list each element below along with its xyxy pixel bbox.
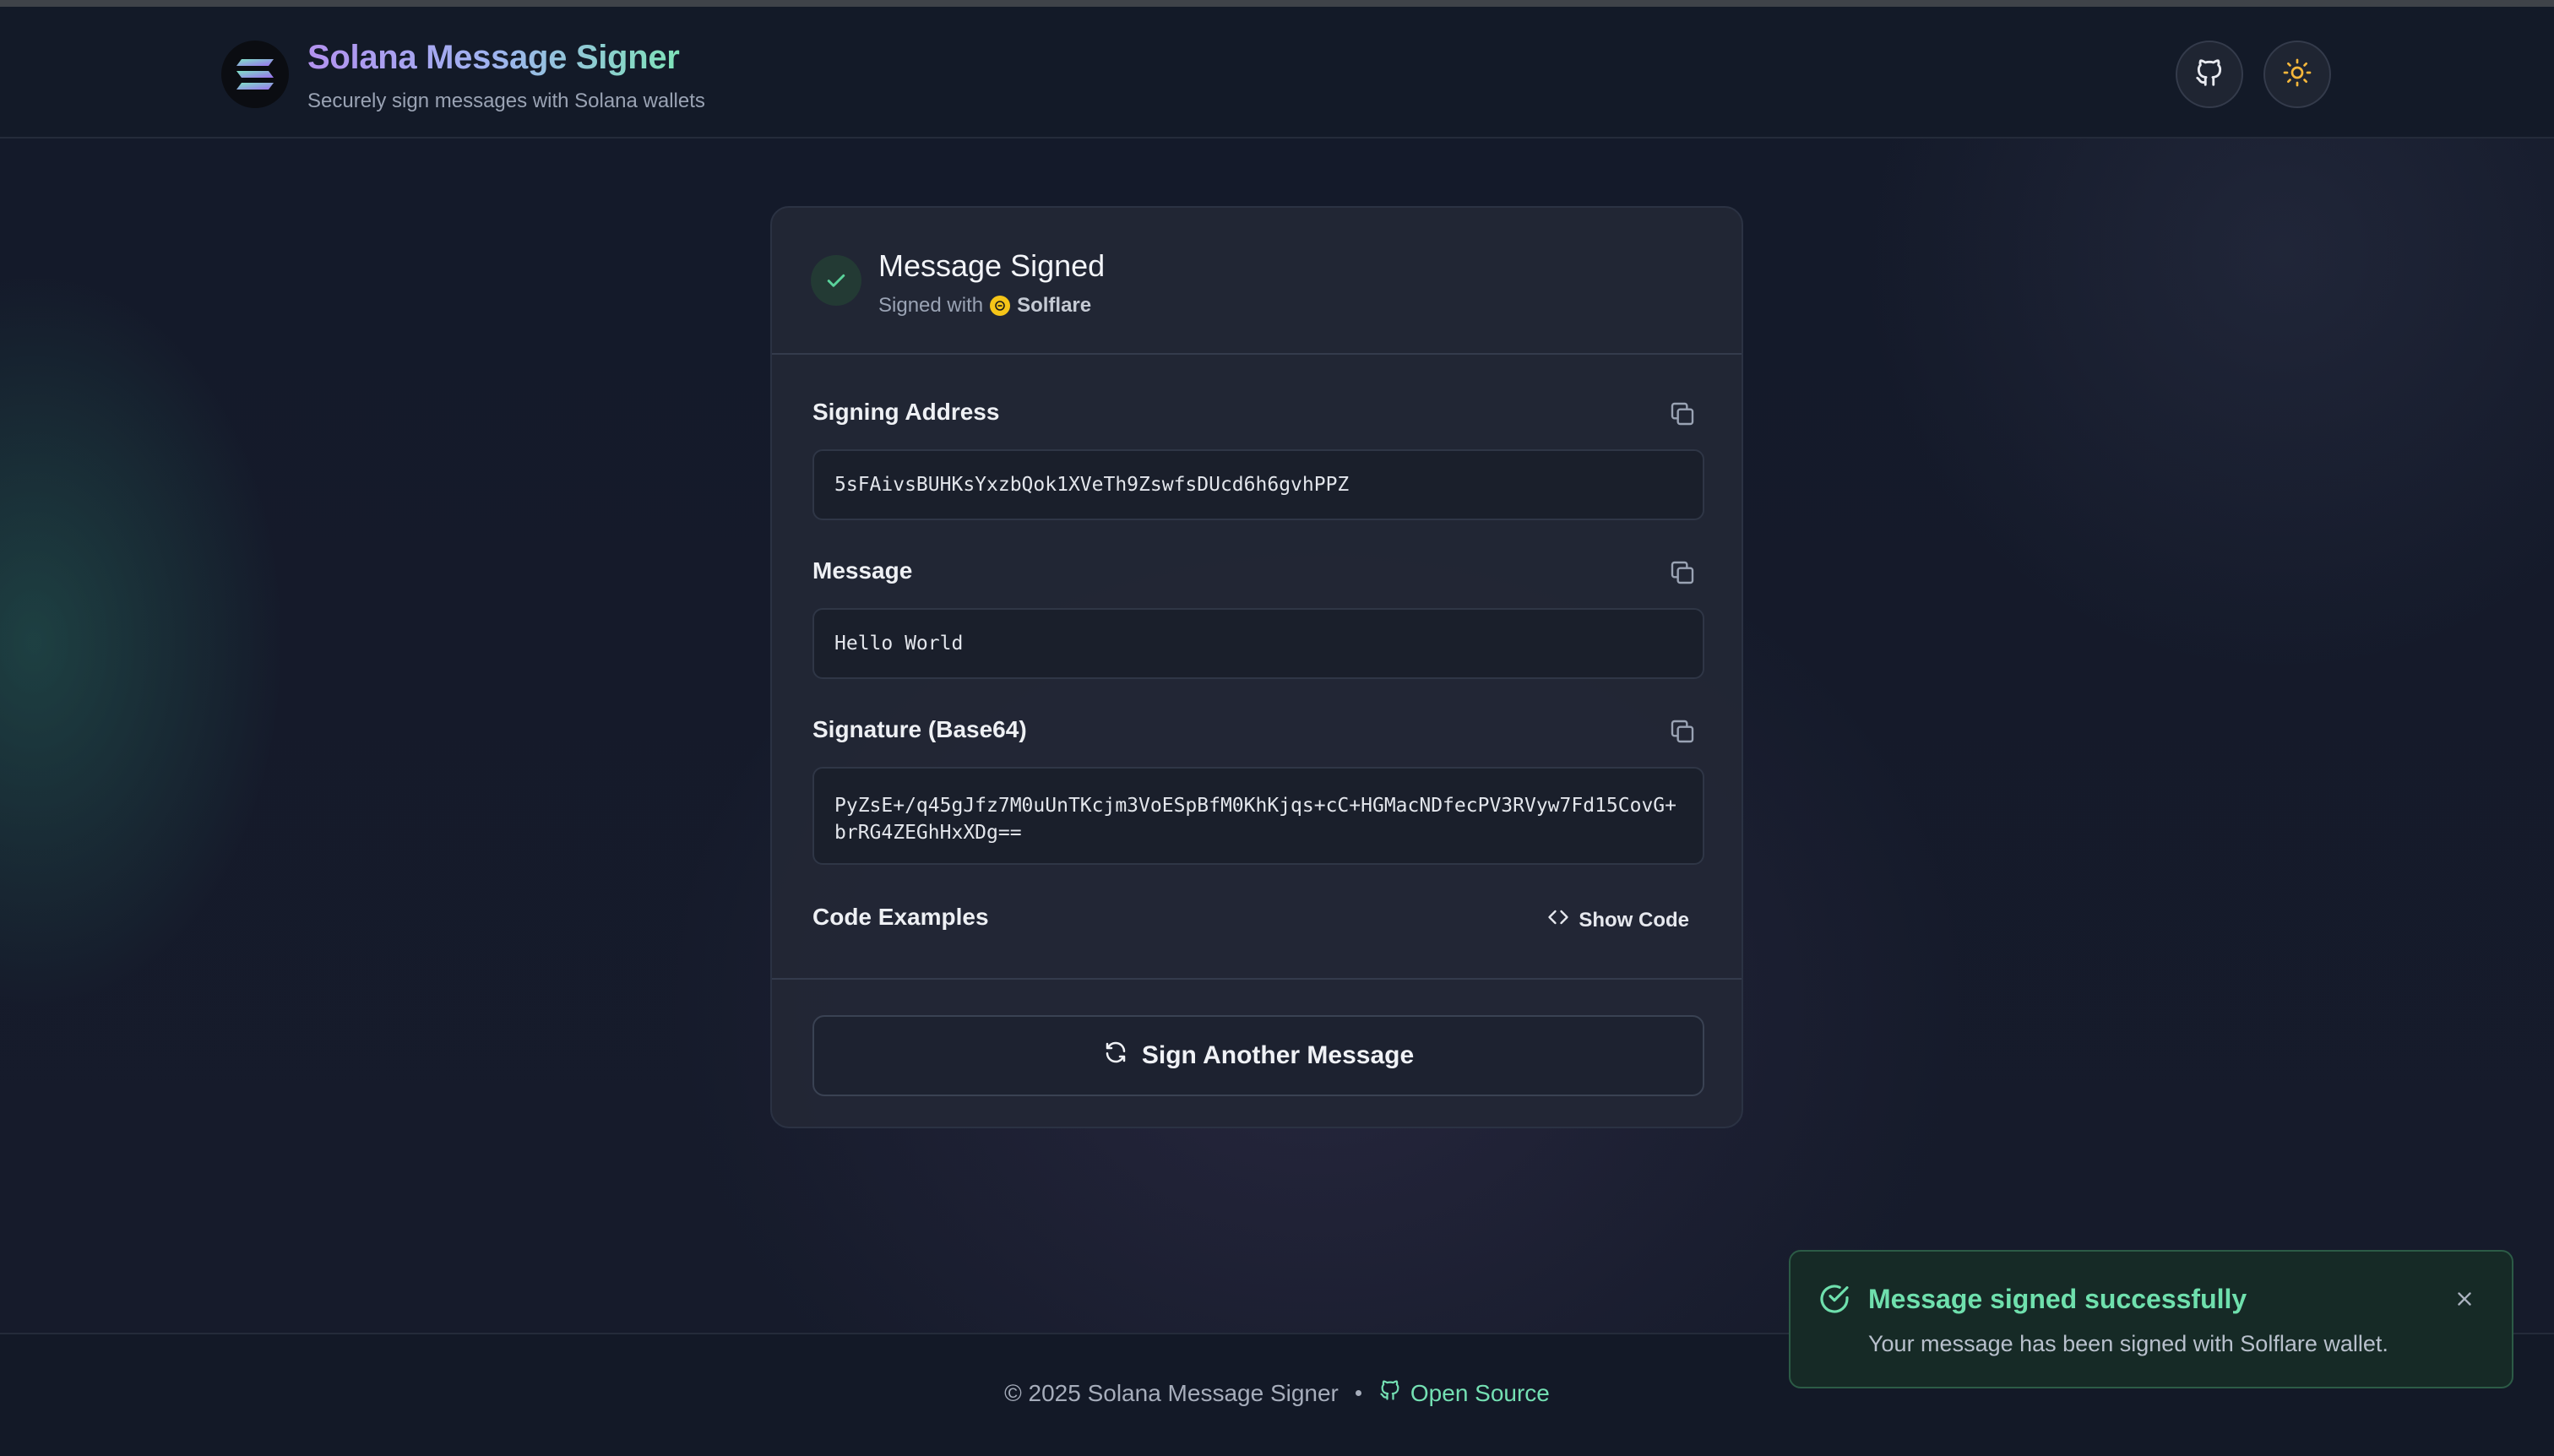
wallet-name: Solflare [1017, 294, 1092, 317]
close-toast-button[interactable] [2449, 1285, 2480, 1316]
copy-signature-button[interactable] [1666, 714, 1699, 748]
message-label: Message [812, 557, 913, 584]
open-source-link[interactable]: Open Source [1378, 1378, 1550, 1408]
check-circle-icon [1818, 1282, 1851, 1316]
success-toast: Message signed successfully Your message… [1789, 1250, 2513, 1388]
signature-label: Signature (Base64) [812, 716, 1027, 742]
show-code-label: Show Code [1579, 908, 1689, 932]
address-field[interactable]: 5sFAivsBUHKsYxzbQok1XVeTh9ZswfsDUcd6h6gv… [812, 449, 1704, 520]
code-brackets-icon [1546, 905, 1570, 935]
show-code-button[interactable]: Show Code [1546, 905, 1689, 935]
window-top-bar [0, 0, 2554, 7]
copyright-text: © 2025 Solana Message Signer [1004, 1379, 1339, 1406]
app-header: Solana Message Signer Securely sign mess… [0, 7, 2554, 139]
card-title: Message Signed [878, 248, 1106, 283]
github-button[interactable] [2176, 41, 2243, 108]
sign-another-label: Sign Another Message [1141, 1041, 1415, 1069]
toast-title: Message signed successfully [1868, 1284, 2247, 1314]
signed-with-line: Signed with Solflare [878, 294, 1091, 318]
solflare-icon [990, 296, 1011, 316]
sign-another-button[interactable]: Sign Another Message [812, 1015, 1704, 1096]
card-divider [772, 978, 1742, 980]
address-label: Signing Address [812, 399, 1000, 425]
app-title: Solana Message Signer [307, 39, 680, 76]
message-field[interactable]: Hello World [812, 608, 1704, 679]
solana-logo-icon [221, 41, 289, 108]
copy-message-button[interactable] [1666, 556, 1699, 589]
signed-with-label: Signed with [878, 294, 984, 317]
toast-message: Your message has been signed with Solfla… [1868, 1331, 2388, 1356]
theme-toggle-button[interactable] [2263, 41, 2331, 108]
card-header: Message Signed Signed with Solflare [772, 208, 1742, 355]
app-subtitle: Securely sign messages with Solana walle… [307, 90, 705, 112]
refresh-icon [1103, 1040, 1128, 1072]
github-small-icon [1378, 1378, 1402, 1408]
github-icon [2193, 57, 2225, 93]
close-icon [2453, 1288, 2475, 1314]
signature-field[interactable]: PyZsE+/q45gJfz7M0uUnTKcjm3VoESpBfM0KhKjq… [812, 767, 1704, 865]
copy-address-button[interactable] [1666, 397, 1699, 431]
footer-separator [1355, 1390, 1361, 1396]
open-source-label: Open Source [1410, 1379, 1550, 1406]
code-examples-label: Code Examples [812, 904, 989, 930]
signed-message-card: Message Signed Signed with Solflare Sign… [770, 206, 1743, 1128]
check-icon [811, 255, 861, 306]
sun-icon [2282, 57, 2312, 92]
